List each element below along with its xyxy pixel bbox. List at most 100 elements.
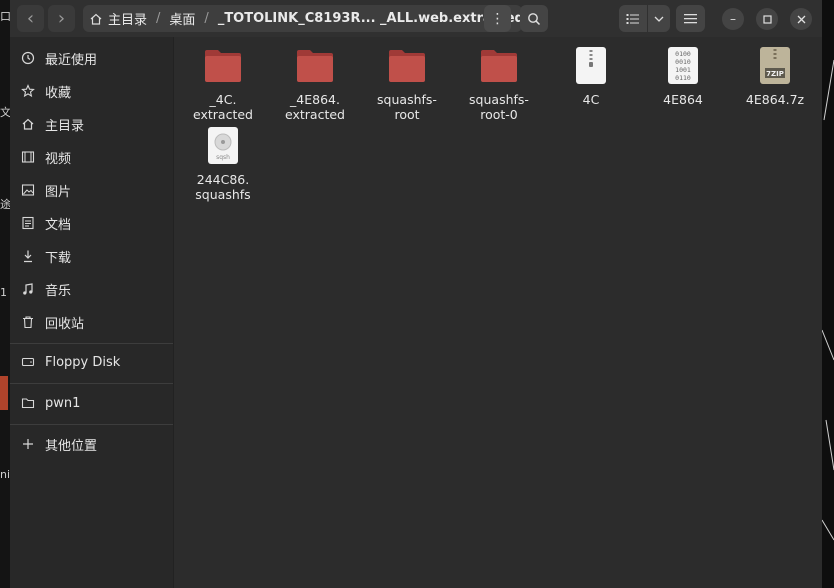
sidebar-divider: [10, 424, 173, 425]
file-name: squashfs- root-0: [469, 92, 529, 122]
file-item-folder[interactable]: _4C. extracted: [183, 46, 263, 122]
binary-file-icon: 0100 0010 1001 0110: [668, 47, 698, 84]
back-button[interactable]: ‹: [17, 5, 44, 32]
sidebar-item-pwn1[interactable]: pwn1: [10, 388, 173, 418]
sidebar-item-floppy-disk[interactable]: Floppy Disk: [10, 347, 173, 377]
sidebar-item-music[interactable]: 音乐: [10, 274, 173, 304]
file-item-folder[interactable]: squashfs- root-0: [459, 46, 539, 122]
squashfs-badge: sqsh: [216, 154, 230, 161]
maximize-icon: [762, 14, 772, 24]
folder-icon: [297, 50, 333, 82]
binary-line: 0100: [675, 50, 691, 58]
disk-image-icon: sqsh: [208, 127, 238, 164]
video-icon: [20, 149, 36, 165]
maximize-button[interactable]: [756, 8, 778, 30]
file-item-folder[interactable]: _4E864. extracted: [275, 46, 355, 122]
trash-icon: [20, 314, 36, 330]
breadcrumb-separator: /: [156, 11, 161, 26]
file-name: _4E864. extracted: [285, 92, 345, 122]
file-manager-window: ‹ › 主目录 / 桌面 / _TOTOLINK_C8193R... _ALL.…: [10, 0, 822, 588]
file-item-folder[interactable]: squashfs- root: [367, 46, 447, 122]
sidebar-item-label: pwn1: [45, 395, 81, 411]
breadcrumb: 主目录 / 桌面 / _TOTOLINK_C8193R... _ALL.web.…: [83, 5, 522, 32]
minimize-icon: –: [730, 12, 736, 26]
file-grid: _4C. extracted _4E864. extracted squashf…: [173, 37, 822, 588]
image-icon: [20, 182, 36, 198]
binary-line: 0010: [675, 58, 691, 66]
sidebar-item-label: 最近使用: [45, 52, 98, 68]
sidebar-item-recent[interactable]: 最近使用: [10, 43, 173, 73]
sidebar-item-label: 下载: [45, 250, 72, 266]
star-icon: [20, 83, 36, 99]
file-name: 244C86. squashfs: [195, 172, 251, 202]
forward-button[interactable]: ›: [48, 5, 75, 32]
drive-icon: [20, 354, 36, 370]
folder-icon: [481, 50, 517, 82]
sidebar-item-pictures[interactable]: 图片: [10, 175, 173, 205]
minimize-button[interactable]: –: [722, 8, 744, 30]
plus-icon: [20, 436, 36, 452]
breadcrumb-current[interactable]: _TOTOLINK_C8193R... _ALL.web.extracted: [218, 11, 522, 26]
folder-icon: [20, 395, 36, 411]
file-item-zip[interactable]: 4C: [551, 46, 631, 107]
sidebar-item-label: 收藏: [45, 85, 72, 101]
sidebar-item-label: 回收站: [45, 316, 85, 332]
desktop-fragment: 1: [0, 286, 7, 299]
file-item-squashfs[interactable]: sqsh 244C86. squashfs: [183, 126, 263, 202]
breadcrumb-desktop[interactable]: 桌面: [169, 9, 195, 28]
7z-archive-icon: 7ZIP: [760, 47, 790, 84]
sidebar-item-home[interactable]: 主目录: [10, 109, 173, 139]
home-icon: [20, 116, 36, 132]
sidebar-item-label: Floppy Disk: [45, 354, 121, 370]
file-name: squashfs- root: [377, 92, 437, 122]
breadcrumb-current-label: _TOTOLINK_C8193R... _ALL.web.extracted: [217, 11, 522, 26]
desktop-wallpaper-lines: [822, 59, 834, 541]
breadcrumb-home[interactable]: 主目录: [89, 9, 147, 28]
file-name: 4E864.7z: [745, 92, 805, 107]
sidebar-item-label: 音乐: [45, 283, 72, 299]
sidebar-item-label: 主目录: [45, 118, 85, 134]
path-menu-button[interactable]: ⋮: [484, 5, 511, 32]
sidebar: 最近使用 收藏 主目录 视频 图片 文档 下载 音乐 回收站 Floppy Di…: [10, 37, 173, 588]
binary-line: 1001: [675, 66, 691, 74]
file-name: 4E864: [663, 92, 703, 107]
list-view-icon: [626, 13, 639, 24]
close-icon: [797, 15, 805, 23]
breadcrumb-separator: /: [204, 11, 209, 26]
view-options-button[interactable]: [648, 5, 670, 32]
home-icon: [90, 13, 102, 25]
sidebar-item-label: 视频: [45, 151, 72, 167]
sidebar-item-label: 文档: [45, 217, 72, 233]
breadcrumb-home-label: 主目录: [108, 13, 148, 28]
file-item-binary[interactable]: 0100 0010 1001 0110 4E864: [643, 46, 723, 107]
desktop-right-edge: [822, 0, 834, 588]
file-item-7z[interactable]: 7ZIP 4E864.7z: [735, 46, 815, 107]
sidebar-item-starred[interactable]: 收藏: [10, 76, 173, 106]
sidebar-divider: [10, 343, 173, 344]
vertical-dots-icon: ⋮: [490, 10, 505, 27]
sidebar-item-label: 图片: [45, 184, 72, 200]
sidebar-item-downloads[interactable]: 下载: [10, 241, 173, 271]
chevron-right-icon: ›: [57, 8, 66, 29]
file-name: 4C: [582, 92, 600, 107]
view-list-button[interactable]: [619, 5, 647, 32]
main-menu-button[interactable]: [676, 5, 705, 32]
close-button[interactable]: [790, 8, 812, 30]
sidebar-item-trash[interactable]: 回收站: [10, 307, 173, 337]
desktop-fragment: ni: [0, 468, 11, 481]
folder-icon: [389, 50, 425, 82]
breadcrumb-desktop-label: 桌面: [169, 13, 196, 28]
sidebar-item-videos[interactable]: 视频: [10, 142, 173, 172]
header-bar: ‹ › 主目录 / 桌面 / _TOTOLINK_C8193R... _ALL.…: [10, 0, 822, 37]
document-icon: [20, 215, 36, 231]
7z-badge: 7ZIP: [766, 70, 784, 78]
desktop-red-tab: [0, 376, 8, 410]
music-icon: [20, 281, 36, 297]
sidebar-divider: [10, 383, 173, 384]
binary-line: 0110: [675, 74, 691, 82]
sidebar-item-documents[interactable]: 文档: [10, 208, 173, 238]
chevron-down-icon: [654, 16, 664, 22]
clock-icon: [20, 50, 36, 66]
search-button[interactable]: [520, 5, 548, 32]
sidebar-item-other-locations[interactable]: 其他位置: [10, 429, 173, 459]
